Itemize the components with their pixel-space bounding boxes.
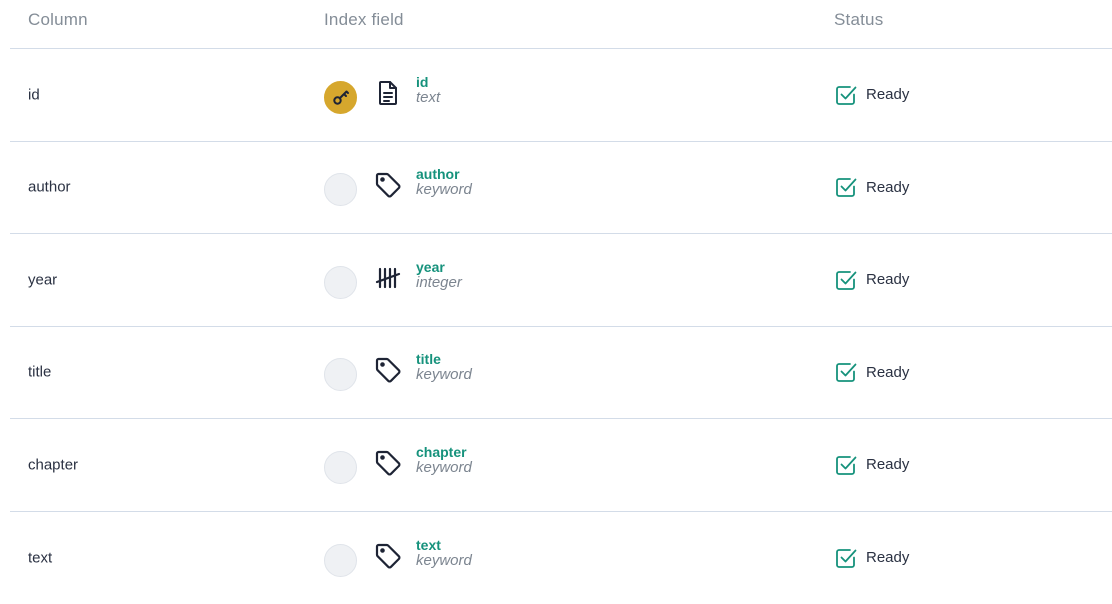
check-square-icon <box>834 268 858 292</box>
primary-key-toggle[interactable] <box>324 544 357 577</box>
table-body: id id text Ready author author keyword <box>10 49 1112 604</box>
column-header: Column <box>28 10 88 30</box>
status-badge: Ready <box>834 546 909 570</box>
status-badge: Ready <box>834 453 909 477</box>
status-header: Status <box>834 10 883 30</box>
field-type: keyword <box>416 182 472 197</box>
index-field: year integer <box>416 260 462 290</box>
column-name: chapter <box>28 456 78 473</box>
index-field: id text <box>416 75 440 105</box>
field-name: text <box>416 538 472 553</box>
column-name: author <box>28 179 71 196</box>
index-field: text keyword <box>416 538 472 568</box>
index-field: author keyword <box>416 167 472 197</box>
column-name: title <box>28 364 51 381</box>
check-square-icon <box>834 175 858 199</box>
status-badge: Ready <box>834 360 909 384</box>
check-square-icon <box>834 360 858 384</box>
table-row: id id text Ready <box>10 49 1112 142</box>
check-square-icon <box>834 83 858 107</box>
field-type: keyword <box>416 367 472 382</box>
table-row: chapter chapter keyword Ready <box>10 419 1112 512</box>
table-row: title title keyword Ready <box>10 327 1112 420</box>
field-type: keyword <box>416 460 472 475</box>
field-type: text <box>416 90 440 105</box>
status-badge: Ready <box>834 83 909 107</box>
field-name: chapter <box>416 445 472 460</box>
index-fields-table: Column Index field Status id id text Rea… <box>10 0 1112 604</box>
tally-icon <box>374 264 402 292</box>
primary-key-toggle[interactable] <box>324 451 357 484</box>
index-field-header: Index field <box>324 10 404 30</box>
index-field: chapter keyword <box>416 445 472 475</box>
tag-icon <box>374 449 402 477</box>
field-name: author <box>416 167 472 182</box>
key-icon <box>331 87 351 107</box>
column-name: id <box>28 86 40 103</box>
table-row: text text keyword Ready <box>10 512 1112 604</box>
table-row: author author keyword Ready <box>10 142 1112 235</box>
primary-key-toggle[interactable] <box>324 358 357 391</box>
primary-key-toggle[interactable] <box>324 173 357 206</box>
status-text: Ready <box>866 179 909 196</box>
tag-icon <box>374 542 402 570</box>
field-name: id <box>416 75 440 90</box>
status-text: Ready <box>866 271 909 288</box>
table-row: year year integer Ready <box>10 234 1112 327</box>
status-badge: Ready <box>834 175 909 199</box>
tag-icon <box>374 171 402 199</box>
primary-key-toggle[interactable] <box>324 266 357 299</box>
status-text: Ready <box>866 549 909 566</box>
document-icon <box>374 79 402 107</box>
column-name: year <box>28 271 57 288</box>
status-text: Ready <box>866 86 909 103</box>
column-name: text <box>28 549 52 566</box>
check-square-icon <box>834 453 858 477</box>
field-name: title <box>416 352 472 367</box>
status-text: Ready <box>866 456 909 473</box>
status-badge: Ready <box>834 268 909 292</box>
tag-icon <box>374 356 402 384</box>
check-square-icon <box>834 546 858 570</box>
status-text: Ready <box>866 364 909 381</box>
table-header: Column Index field Status <box>10 0 1112 49</box>
primary-key-toggle[interactable] <box>324 81 357 114</box>
field-type: keyword <box>416 553 472 568</box>
index-field: title keyword <box>416 352 472 382</box>
field-name: year <box>416 260 462 275</box>
field-type: integer <box>416 275 462 290</box>
